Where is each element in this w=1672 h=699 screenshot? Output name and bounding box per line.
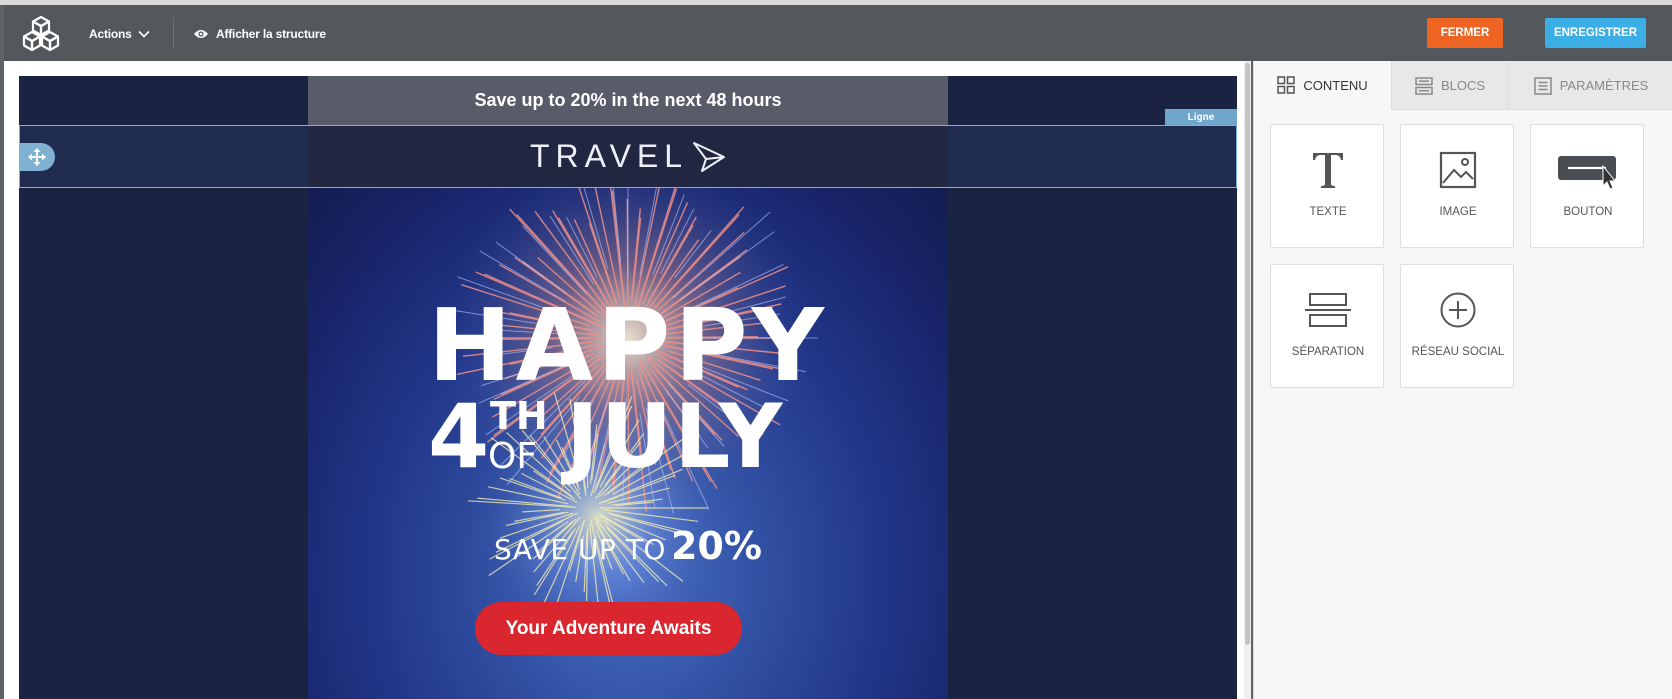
show-structure-toggle[interactable]: Afficher la structure: [193, 24, 326, 44]
divider-icon: [1305, 293, 1351, 327]
tile-reseau-social[interactable]: RÉSEAU SOCIAL: [1400, 264, 1514, 388]
move-arrows-icon: [28, 148, 46, 166]
tile-bouton[interactable]: BOUTON: [1530, 124, 1644, 248]
hero-four-text: 4: [428, 385, 490, 488]
tab-parametres[interactable]: PARAMÈTRES: [1508, 61, 1672, 110]
app-logo-icon[interactable]: [22, 15, 60, 53]
tab-blocs[interactable]: BLOCS: [1391, 61, 1508, 110]
hero-save-value: 20%: [670, 524, 762, 568]
row-move-handle[interactable]: [19, 143, 55, 171]
tab-contenu[interactable]: CONTENU: [1254, 61, 1391, 110]
selected-row-outline[interactable]: [19, 125, 1237, 188]
tile-texte-label: TEXTE: [1309, 206, 1347, 218]
grid-icon: [1277, 76, 1296, 94]
hero-of-text: OF: [488, 436, 538, 477]
text-icon: [1313, 153, 1343, 188]
row-tag[interactable]: Ligne: [1165, 109, 1237, 125]
editor-canvas-area: Save up to 20% in the next 48 hours TRAV…: [4, 61, 1249, 699]
tab-blocs-label: BLOCS: [1440, 78, 1486, 93]
eye-icon: [194, 30, 208, 38]
save-button[interactable]: ENREGISTRER: [1545, 18, 1646, 48]
tile-texte[interactable]: TEXTE: [1270, 124, 1384, 248]
hero-save-prefix: SAVE UP TO: [494, 533, 666, 566]
hero-save-line: SAVE UP TO 20%: [308, 524, 948, 568]
blocks-icon: [1415, 76, 1433, 95]
tile-image[interactable]: IMAGE: [1400, 124, 1514, 248]
settings-doc-icon: [1533, 76, 1552, 95]
actions-label: Actions: [89, 27, 132, 41]
hero-section[interactable]: HAPPY 4 TH OF JULY SAVE UP TO 20% Your A…: [308, 188, 948, 699]
tab-parametres-label: PARAMÈTRES: [1559, 78, 1649, 93]
tile-bouton-label: BOUTON: [1563, 206, 1613, 218]
chevron-down-icon: [138, 30, 150, 38]
hero-happy-text: HAPPY: [427, 287, 829, 404]
image-icon: [1439, 151, 1477, 189]
top-toolbar: Actions Afficher la structure FERMER ENR…: [4, 5, 1672, 61]
promo-banner-text: Save up to 20% in the next 48 hours: [474, 90, 782, 110]
tile-separation[interactable]: SÉPARATION: [1270, 264, 1384, 388]
tile-separation-label: SÉPARATION: [1291, 346, 1365, 358]
tile-reseau-social-label: RÉSEAU SOCIAL: [1411, 346, 1505, 358]
hero-july-text: JULY: [566, 385, 785, 488]
promo-banner[interactable]: Save up to 20% in the next 48 hours: [308, 76, 948, 125]
tile-image-label: IMAGE: [1439, 206, 1477, 218]
side-panel: CONTENU BLOCS PARAMÈTRES TEXTE IMAGE BOU…: [1253, 61, 1672, 699]
tab-contenu-label: CONTENU: [1303, 77, 1368, 93]
panel-tabs: CONTENU BLOCS PARAMÈTRES: [1254, 61, 1672, 110]
hero-date-row: 4 TH OF JULY: [428, 393, 848, 483]
toolbar-divider: [173, 17, 174, 49]
show-structure-label: Afficher la structure: [216, 27, 326, 41]
button-icon: [1558, 156, 1617, 190]
plus-circle-icon: [1440, 292, 1476, 328]
cta-button[interactable]: Your Adventure Awaits: [475, 602, 742, 655]
hero-th-text: TH: [490, 394, 548, 438]
actions-menu[interactable]: Actions: [89, 24, 150, 44]
email-canvas: Save up to 20% in the next 48 hours TRAV…: [19, 76, 1237, 699]
close-button[interactable]: FERMER: [1427, 18, 1503, 48]
canvas-scrollbar-thumb[interactable]: [1245, 63, 1250, 645]
